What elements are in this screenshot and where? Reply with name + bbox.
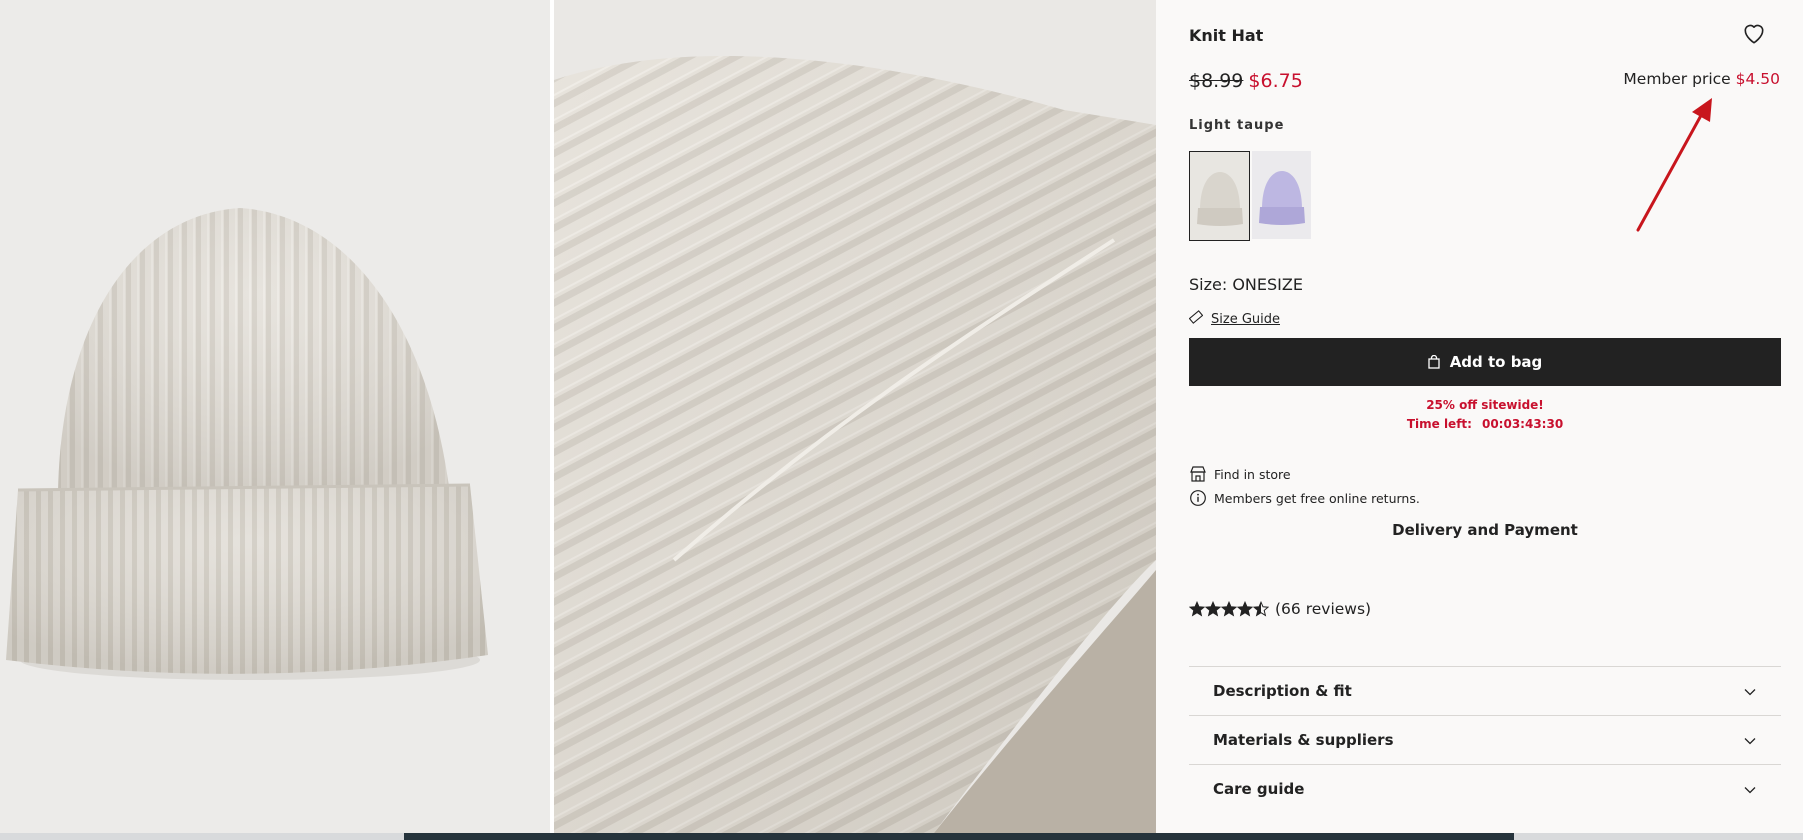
find-in-store-label: Find in store (1214, 466, 1291, 482)
rating-stars (1189, 601, 1269, 617)
star-icon (1221, 601, 1237, 617)
product-image-detail[interactable] (554, 0, 1156, 833)
member-price-value: $4.50 (1735, 70, 1780, 88)
rating[interactable]: (66 reviews) (1189, 600, 1371, 618)
find-in-store-link[interactable]: Find in store (1189, 465, 1291, 483)
chevron-down-icon (1743, 733, 1757, 747)
size-guide-label: Size Guide (1211, 311, 1280, 327)
favorite-heart-icon[interactable] (1741, 20, 1767, 46)
size-label: Size: ONESIZE (1189, 275, 1303, 294)
member-price-label: Member price (1623, 70, 1731, 88)
swatch-lilac-image (1259, 171, 1305, 225)
accordion-label: Materials & suppliers (1213, 731, 1394, 749)
knit-hat-detail-image (554, 0, 1156, 833)
returns-note-label: Members get free online returns. (1214, 490, 1420, 506)
sale-price: $6.75 (1248, 70, 1303, 92)
star-icon (1253, 601, 1269, 617)
product-image-front[interactable] (0, 0, 550, 833)
countdown-value: 00:03:43:30 (1481, 417, 1564, 431)
star-icon (1237, 601, 1253, 617)
swatch-light-taupe[interactable] (1189, 151, 1250, 241)
star-icon (1189, 601, 1205, 617)
bag-icon (1428, 355, 1440, 369)
info-icon (1189, 489, 1207, 507)
accordion-description-fit[interactable]: Description & fit (1189, 666, 1781, 715)
accordion-label: Description & fit (1213, 682, 1352, 700)
accordion-label: Care guide (1213, 780, 1305, 798)
star-icon (1205, 601, 1221, 617)
add-to-bag-button[interactable]: Add to bag (1189, 338, 1781, 386)
scroll-progress-thumb[interactable] (404, 833, 1514, 840)
price-row: $8.99 $6.75 (1189, 70, 1303, 92)
countdown-label: Time left: (1406, 417, 1472, 431)
size-guide-link[interactable]: Size Guide (1188, 310, 1280, 328)
product-title: Knit Hat (1189, 26, 1264, 45)
delivery-and-payment-link[interactable]: Delivery and Payment (1189, 521, 1781, 539)
chevron-down-icon (1743, 684, 1757, 698)
scroll-progress-bar (0, 833, 1803, 840)
accordion-materials-suppliers[interactable]: Materials & suppliers (1189, 715, 1781, 764)
swatch-lilac[interactable] (1252, 151, 1311, 239)
member-price: Member price $4.50 (1623, 70, 1780, 88)
promo-banner: 25% off sitewide! (1426, 398, 1544, 412)
store-icon (1189, 465, 1207, 483)
swatch-light-taupe-image (1197, 172, 1243, 226)
accordion-care-guide[interactable]: Care guide (1189, 764, 1781, 813)
original-price: $8.99 (1189, 70, 1244, 92)
knit-hat-front-image (6, 208, 488, 680)
product-info-panel: Knit Hat $8.99 $6.75 Member price $4.50 L… (1156, 0, 1803, 833)
review-count: (66 reviews) (1275, 600, 1372, 618)
returns-note: Members get free online returns. (1189, 489, 1420, 507)
chevron-down-icon (1743, 782, 1757, 796)
product-gallery (0, 0, 1156, 835)
color-name: Light taupe (1189, 118, 1285, 133)
add-to-bag-label: Add to bag (1449, 353, 1543, 371)
promo-countdown: Time left: 00:03:43:30 (1189, 417, 1781, 431)
ruler-icon (1188, 310, 1204, 328)
